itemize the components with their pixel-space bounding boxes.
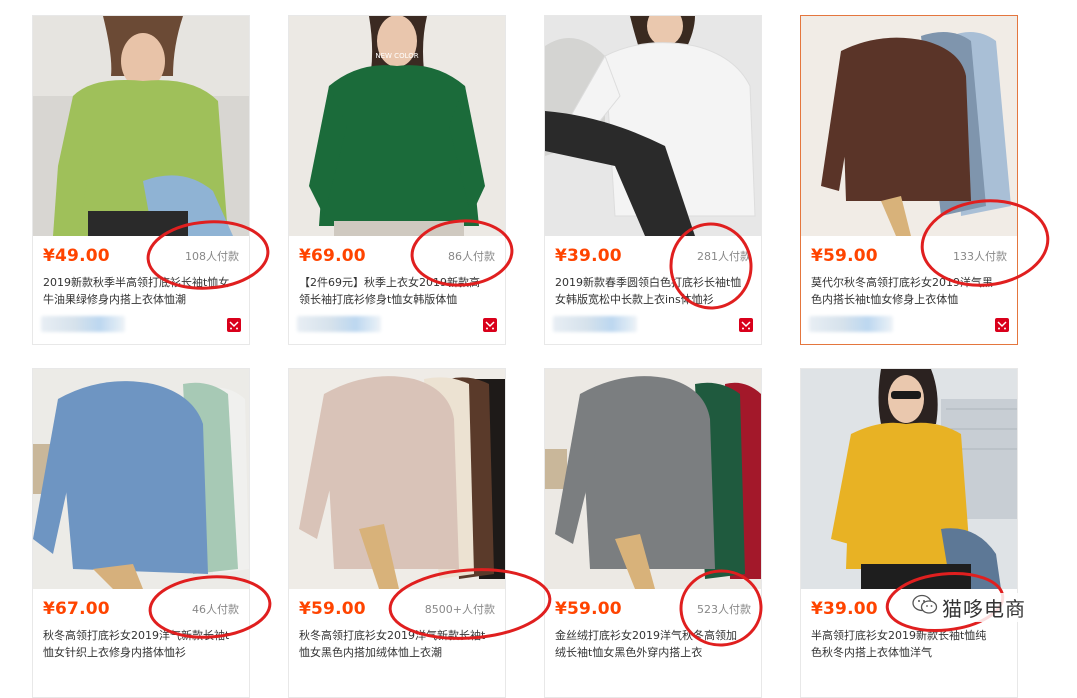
- product-price: ¥59.00: [811, 246, 878, 266]
- tmall-icon[interactable]: [739, 318, 753, 332]
- product-image[interactable]: NEW COLOR: [289, 16, 505, 236]
- product-card[interactable]: ¥39.00 281人付款 2019新款春季圆领白色打底衫长袖t恤 女韩版宽松中长…: [544, 15, 762, 345]
- product-card[interactable]: ¥39.00 半高领打底衫女2019新款长袖t恤纯 色秋冬内搭上衣体恤洋气: [800, 368, 1018, 698]
- product-card[interactable]: NEW COLOR ¥69.00 86人付款 【2件69元】秋季上衣女2019新…: [288, 15, 506, 345]
- product-price: ¥39.00: [555, 246, 622, 266]
- watermark-text: 猫哆电商: [938, 592, 1030, 622]
- product-image[interactable]: [545, 369, 761, 589]
- tmall-icon[interactable]: [995, 318, 1009, 332]
- product-price: ¥67.00: [43, 599, 110, 619]
- product-title[interactable]: 2019新款春季圆领白色打底衫长袖t恤 女韩版宽松中长款上衣ins体恤衫: [555, 274, 755, 308]
- product-image[interactable]: [33, 369, 249, 589]
- sales-count: 86人付款: [448, 250, 495, 263]
- product-price: ¥59.00: [299, 599, 366, 619]
- tmall-icon[interactable]: [483, 318, 497, 332]
- product-card[interactable]: ¥59.00 523人付款 金丝绒打底衫女2019洋气秋冬高领加 绒长袖t恤女黑色…: [544, 368, 762, 698]
- product-title[interactable]: 2019新款秋季半高领打底衫长袖t恤女 牛油果绿修身内搭上衣体恤潮: [43, 274, 243, 308]
- product-image[interactable]: [289, 369, 505, 589]
- tmall-icon[interactable]: [227, 318, 241, 332]
- product-image[interactable]: [33, 16, 249, 236]
- product-title[interactable]: 【2件69元】秋季上衣女2019新款高 领长袖打底衫修身t恤女韩版体恤: [299, 274, 499, 308]
- sales-count: 281人付款: [697, 250, 751, 263]
- product-price: ¥59.00: [555, 599, 622, 619]
- product-image[interactable]: [545, 16, 761, 236]
- sales-count: 523人付款: [697, 603, 751, 616]
- shop-name-blurred[interactable]: [297, 316, 381, 332]
- sales-count: 46人付款: [192, 603, 239, 616]
- shop-name-blurred[interactable]: [41, 316, 125, 332]
- product-price: ¥39.00: [811, 599, 878, 619]
- sales-count: 133人付款: [953, 250, 1007, 263]
- sales-count: 8500+人付款: [424, 603, 495, 616]
- shop-name-blurred[interactable]: [553, 316, 637, 332]
- product-price: ¥69.00: [299, 246, 366, 266]
- product-card[interactable]: ¥59.00 133人付款 莫代尔秋冬高领打底衫女2019洋气黑 色内搭长袖t恤女…: [800, 15, 1018, 345]
- product-card[interactable]: ¥59.00 8500+人付款 秋冬高领打底衫女2019洋气新款长袖t 恤女黑色内…: [288, 368, 506, 698]
- product-card[interactable]: ¥67.00 46人付款 秋冬高领打底衫女2019洋气新款长袖t 恤女针织上衣修身…: [32, 368, 250, 698]
- sales-count: 108人付款: [185, 250, 239, 263]
- product-image[interactable]: [801, 369, 1017, 589]
- product-price: ¥49.00: [43, 246, 110, 266]
- shirt-print-text: NEW COLOR: [375, 52, 418, 60]
- product-image[interactable]: [801, 16, 1017, 236]
- watermark: 猫哆电商: [912, 592, 1030, 622]
- product-title[interactable]: 莫代尔秋冬高领打底衫女2019洋气黑 色内搭长袖t恤女修身上衣体恤: [811, 274, 1011, 308]
- product-card[interactable]: ¥49.00 108人付款 2019新款秋季半高领打底衫长袖t恤女 牛油果绿修身内…: [32, 15, 250, 345]
- wechat-icon: [912, 594, 938, 620]
- product-grid: ¥49.00 108人付款 2019新款秋季半高领打底衫长袖t恤女 牛油果绿修身内…: [0, 0, 1077, 698]
- shop-name-blurred[interactable]: [809, 316, 893, 332]
